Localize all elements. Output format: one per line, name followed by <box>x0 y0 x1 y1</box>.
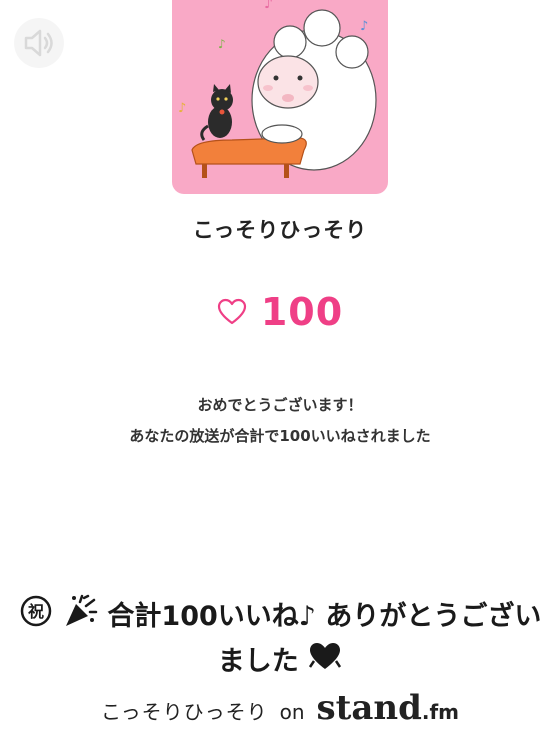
message-line-2: あなたの放送が合計で100いいねされました <box>129 427 431 445</box>
brand-main: stand <box>316 688 422 728</box>
heart-outline-icon <box>217 298 246 325</box>
channel-name: こっそりひっそり <box>192 218 368 242</box>
svg-text:♪: ♪ <box>264 0 273 12</box>
congratulation-message: おめでとうございます！ あなたの放送が合計で100いいねされました <box>0 390 560 452</box>
party-popper-icon <box>62 594 98 641</box>
brand-suffix: .fm <box>421 700 460 724</box>
svg-text:♪: ♪ <box>218 37 226 51</box>
post-caption: 祝 合計100いいね♪ ありがとうございました <box>6 594 554 684</box>
mute-toggle-button[interactable] <box>14 18 64 68</box>
speaker-icon <box>24 29 53 57</box>
footer-on-label: on <box>279 700 305 724</box>
svg-text:♪: ♪ <box>178 101 186 116</box>
heart-ribbon-icon <box>308 641 342 684</box>
sheep-piano-illustration: ♪ ♪ ♪ ♪ ♪ <box>178 0 377 178</box>
congratulations-icon: 祝 <box>19 594 53 641</box>
channel-artwork: ♪ ♪ ♪ ♪ ♪ <box>172 0 388 194</box>
footer-channel-name: こっそりひっそり <box>100 700 268 724</box>
likes-count: 100 <box>260 290 344 334</box>
standfm-logo: stand.fm <box>317 688 460 728</box>
svg-text:祝: 祝 <box>28 602 44 621</box>
svg-text:♪: ♪ <box>360 19 368 34</box>
message-line-1: おめでとうございます！ <box>197 396 363 414</box>
footer-attribution: こっそりひっそり on stand.fm <box>0 688 560 728</box>
likes-summary: 100 <box>0 290 560 334</box>
